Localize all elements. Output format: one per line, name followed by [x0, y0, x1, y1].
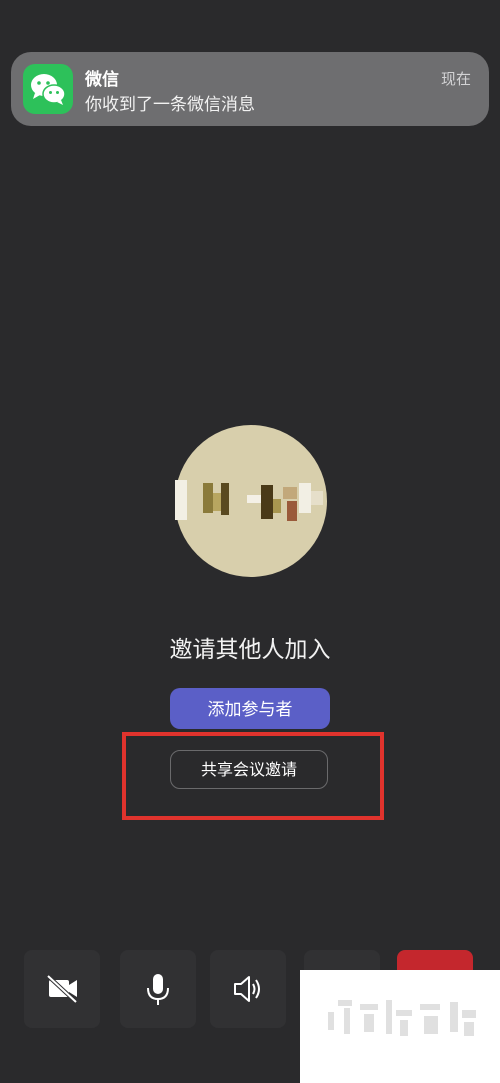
microphone-button[interactable]: [120, 950, 196, 1028]
notification-message: 你收到了一条微信消息: [85, 95, 255, 115]
add-participants-button[interactable]: 添加参与者: [170, 688, 330, 729]
notification-time: 现在: [440, 70, 471, 88]
speaker-button[interactable]: [210, 950, 286, 1028]
avatar: [175, 425, 327, 577]
watermark-overlay: [300, 970, 500, 1083]
invite-title: 邀请其他人加入: [169, 637, 331, 663]
speaker-icon: [234, 976, 260, 1002]
camera-off-icon: [46, 974, 78, 1004]
camera-toggle-button[interactable]: [24, 950, 100, 1028]
wechat-notification-banner[interactable]: 微信 你收到了一条微信消息 现在: [11, 52, 489, 126]
wechat-icon: [23, 64, 73, 114]
microphone-icon: [147, 974, 169, 1005]
share-meeting-invite-button[interactable]: 共享会议邀请: [170, 750, 328, 789]
avatar-pixelated-initials: [175, 480, 323, 521]
notification-app-name: 微信: [85, 70, 119, 90]
